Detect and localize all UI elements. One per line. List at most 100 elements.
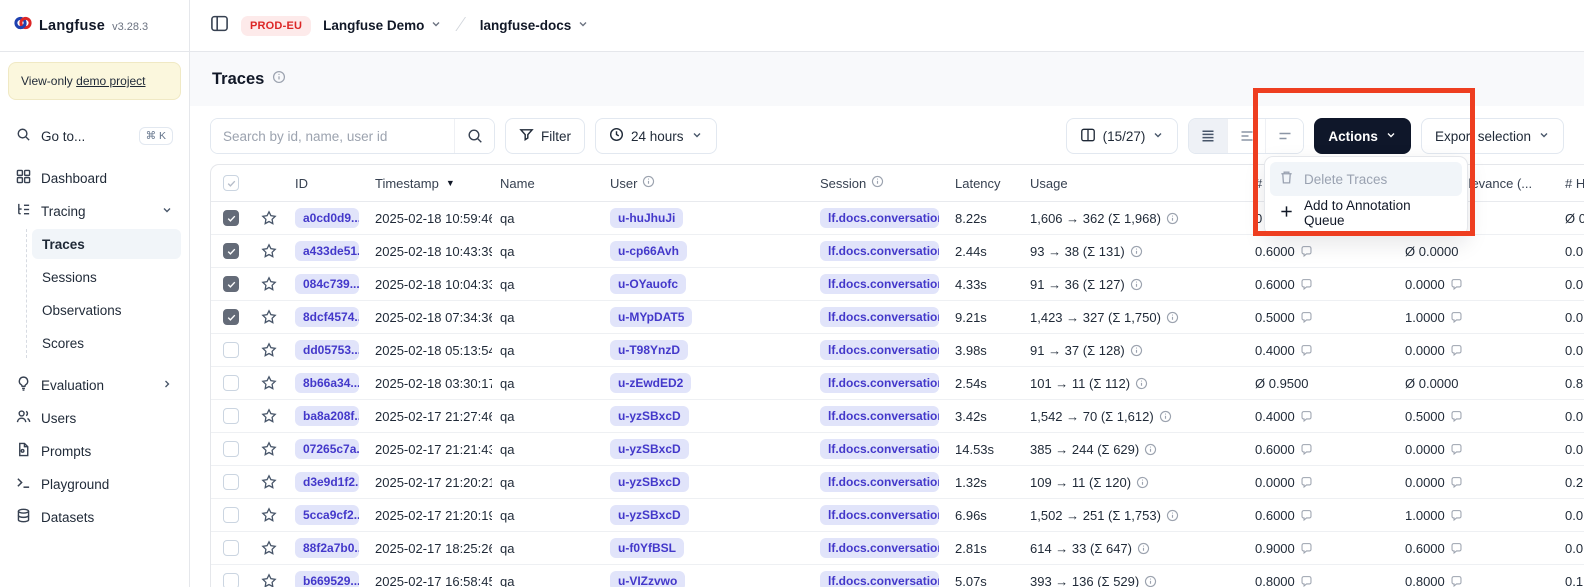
trace-id-pill[interactable]: 084c739... xyxy=(295,274,359,294)
trace-id-pill[interactable]: 5cca9cf2... xyxy=(295,505,359,525)
timerange-button[interactable]: 24 hours xyxy=(595,118,717,154)
sidebar-item-datasets[interactable]: Datasets xyxy=(8,502,181,532)
row-checkbox[interactable] xyxy=(223,375,239,391)
session-pill[interactable]: lf.docs.conversation... xyxy=(820,241,939,261)
sidebar-item-prompts[interactable]: Prompts xyxy=(8,436,181,466)
trace-id-pill[interactable]: b669529... xyxy=(295,571,359,587)
row-checkbox[interactable] xyxy=(223,309,239,325)
row-checkbox[interactable] xyxy=(223,408,239,424)
trace-id-pill[interactable]: a0cd0d9... xyxy=(295,208,359,228)
columns-button[interactable]: (15/27) xyxy=(1066,118,1179,154)
user-pill[interactable]: u-yzSBxcD xyxy=(610,439,689,459)
table-row[interactable]: 88f2a7b0...2025-02-17 18:25:26qau-f0YfBS… xyxy=(211,532,1584,565)
goto-search[interactable]: Go to... ⌘ K xyxy=(8,121,181,151)
row-checkbox[interactable] xyxy=(223,243,239,259)
row-checkbox[interactable] xyxy=(223,540,239,556)
bookmark-star-icon[interactable] xyxy=(251,342,287,358)
header-last-truncated[interactable]: # H xyxy=(1557,176,1584,191)
bookmark-star-icon[interactable] xyxy=(251,375,287,391)
session-pill[interactable]: lf.docs.conversation... xyxy=(820,406,939,426)
user-pill[interactable]: u-MYpDAT5 xyxy=(610,307,692,327)
table-row[interactable]: 8dcf4574...2025-02-18 07:34:36qau-MYpDAT… xyxy=(211,301,1584,334)
table-row[interactable]: ba8a208f...2025-02-17 21:27:46qau-yzSBxc… xyxy=(211,400,1584,433)
user-pill[interactable]: u-yzSBxcD xyxy=(610,472,689,492)
header-timestamp[interactable]: Timestamp▼ xyxy=(367,176,492,191)
bookmark-star-icon[interactable] xyxy=(251,276,287,292)
row-checkbox[interactable] xyxy=(223,573,239,587)
sidebar-item-tracing[interactable]: Tracing xyxy=(8,196,181,226)
session-pill[interactable]: lf.docs.conversation... xyxy=(820,505,939,525)
table-row[interactable]: a433de51...2025-02-18 10:43:39qau-cp66Av… xyxy=(211,235,1584,268)
breadcrumb-org[interactable]: Langfuse Demo xyxy=(323,18,442,33)
session-pill[interactable]: lf.docs.conversation... xyxy=(820,472,939,492)
session-pill[interactable]: lf.docs.conversation... xyxy=(820,274,939,294)
session-pill[interactable]: lf.docs.conversation... xyxy=(820,439,939,459)
table-row[interactable]: 5cca9cf2...2025-02-17 21:20:19qau-yzSBxc… xyxy=(211,499,1584,532)
bookmark-star-icon[interactable] xyxy=(251,474,287,490)
search-submit-button[interactable] xyxy=(454,119,494,153)
sidebar-item-traces[interactable]: Traces xyxy=(32,229,181,259)
bookmark-star-icon[interactable] xyxy=(251,309,287,325)
row-height-medium-button[interactable] xyxy=(1227,119,1265,153)
session-pill[interactable]: lf.docs.conversation... xyxy=(820,340,939,360)
session-pill[interactable]: lf.docs.conversation... xyxy=(820,208,939,228)
header-name[interactable]: Name xyxy=(492,176,602,191)
table-row[interactable]: 07265c7a...2025-02-17 21:21:43qau-yzSBxc… xyxy=(211,433,1584,466)
table-row[interactable]: dd05753...2025-02-18 05:13:54qau-T98YnzD… xyxy=(211,334,1584,367)
row-checkbox[interactable] xyxy=(223,342,239,358)
sidebar-item-playground[interactable]: Playground xyxy=(8,469,181,499)
row-height-compact-button[interactable] xyxy=(1189,119,1227,153)
session-pill[interactable]: lf.docs.conversation... xyxy=(820,373,939,393)
sidebar-item-users[interactable]: Users xyxy=(8,403,181,433)
row-checkbox[interactable] xyxy=(223,276,239,292)
table-row[interactable]: d3e9d1f2...2025-02-17 21:20:21qau-yzSBxc… xyxy=(211,466,1584,499)
user-pill[interactable]: u-OYauofc xyxy=(610,274,686,294)
row-checkbox[interactable] xyxy=(223,441,239,457)
trace-id-pill[interactable]: ba8a208f... xyxy=(295,406,359,426)
menu-item-delete-traces[interactable]: Delete Traces xyxy=(1270,162,1462,196)
user-pill[interactable]: u-yzSBxcD xyxy=(610,406,689,426)
select-all-checkbox[interactable] xyxy=(223,175,239,191)
search-input[interactable] xyxy=(211,119,454,153)
row-checkbox[interactable] xyxy=(223,210,239,226)
sidebar-item-observations[interactable]: Observations xyxy=(32,295,181,325)
header-usage[interactable]: Usage xyxy=(1022,176,1247,191)
trace-id-pill[interactable]: 07265c7a... xyxy=(295,439,359,459)
bookmark-star-icon[interactable] xyxy=(251,210,287,226)
export-selection-button[interactable]: Export selection xyxy=(1421,118,1564,154)
bookmark-star-icon[interactable] xyxy=(251,507,287,523)
header-session[interactable]: Session xyxy=(812,175,947,191)
bookmark-star-icon[interactable] xyxy=(251,408,287,424)
session-pill[interactable]: lf.docs.conversation... xyxy=(820,538,939,558)
session-pill[interactable]: lf.docs.conversation... xyxy=(820,307,939,327)
trace-id-pill[interactable]: 88f2a7b0... xyxy=(295,538,359,558)
trace-id-pill[interactable]: 8b66a34... xyxy=(295,373,359,393)
trace-id-pill[interactable]: dd05753... xyxy=(295,340,359,360)
row-checkbox[interactable] xyxy=(223,507,239,523)
sidebar-item-scores[interactable]: Scores xyxy=(32,328,181,358)
header-id[interactable]: ID xyxy=(287,176,367,191)
menu-item-add-to-annotation-queue[interactable]: Add to Annotation Queue xyxy=(1270,196,1462,230)
row-checkbox[interactable] xyxy=(223,474,239,490)
breadcrumb-project[interactable]: langfuse-docs xyxy=(480,18,590,33)
table-row[interactable]: b669529...2025-02-17 16:58:45qau-VIZzvwo… xyxy=(211,565,1584,587)
user-pill[interactable]: u-yzSBxcD xyxy=(610,505,689,525)
header-user[interactable]: User xyxy=(602,175,812,191)
trace-id-pill[interactable]: d3e9d1f2... xyxy=(295,472,359,492)
sidebar-toggle-icon[interactable] xyxy=(210,14,229,38)
bookmark-star-icon[interactable] xyxy=(251,573,287,587)
session-pill[interactable]: lf.docs.conversation... xyxy=(820,571,939,587)
bookmark-star-icon[interactable] xyxy=(251,540,287,556)
actions-button[interactable]: Actions xyxy=(1314,118,1411,154)
demo-project-link[interactable]: demo project xyxy=(76,74,145,88)
user-pill[interactable]: u-f0YfBSL xyxy=(610,538,684,558)
user-pill[interactable]: u-cp66Avh xyxy=(610,241,687,261)
user-pill[interactable]: u-VIZzvwo xyxy=(610,571,685,587)
row-height-tall-button[interactable] xyxy=(1265,119,1303,153)
user-pill[interactable]: u-huJhuJi xyxy=(610,208,683,228)
sidebar-item-sessions[interactable]: Sessions xyxy=(32,262,181,292)
user-pill[interactable]: u-T98YnzD xyxy=(610,340,688,360)
user-pill[interactable]: u-zEwdED2 xyxy=(610,373,691,393)
trace-id-pill[interactable]: a433de51... xyxy=(295,241,359,261)
filter-button[interactable]: Filter xyxy=(505,118,585,154)
